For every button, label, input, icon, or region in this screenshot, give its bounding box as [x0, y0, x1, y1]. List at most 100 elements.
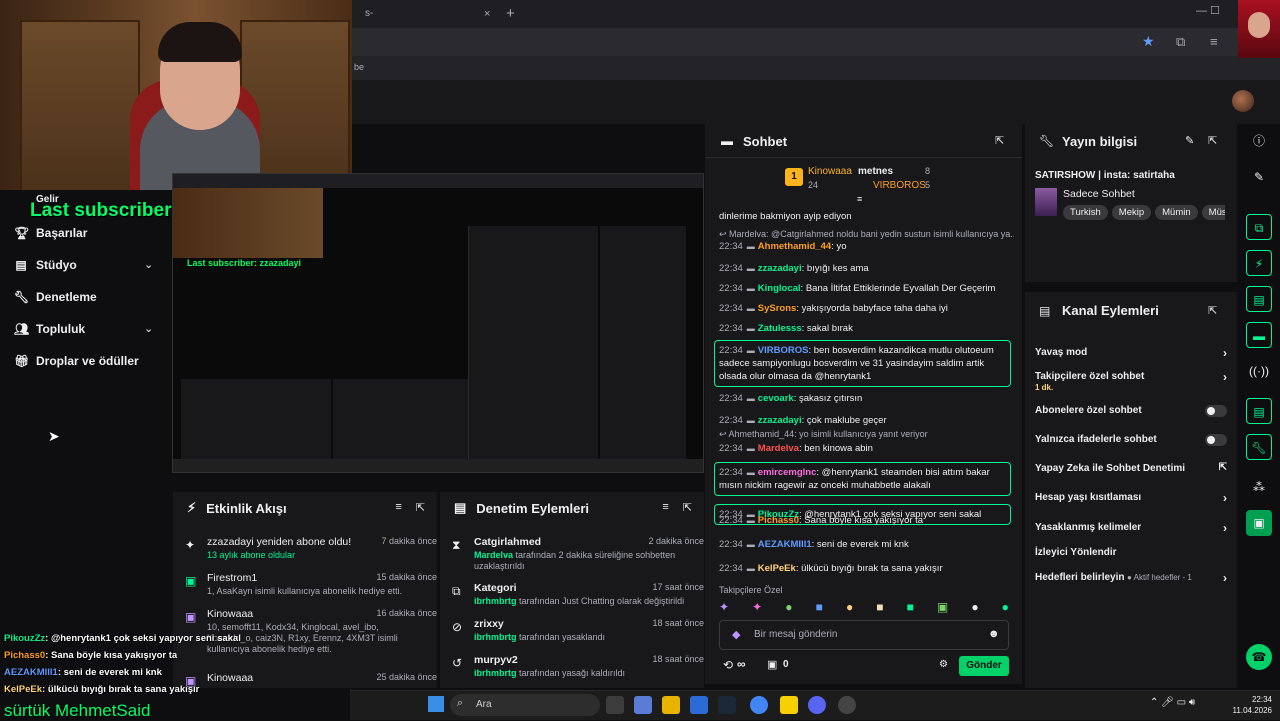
popout-icon[interactable]: ⇱ — [683, 501, 692, 514]
leader-first-name[interactable]: Kinowaaa — [808, 166, 852, 177]
chat-message[interactable]: 22:34 ▬ Kinglocal: Bana İltifat Ettiklerin… — [719, 282, 1014, 295]
popout-icon[interactable]: ⇱ — [416, 501, 425, 514]
chat-message[interactable]: 22:34 ▬ cevoark: şakasız çıtırsın — [719, 392, 1014, 405]
chat-username[interactable]: Pichass0 — [758, 515, 799, 526]
chat-message[interactable]: 22:34 ▬ KelPeEk: ülkücü bıyığı bırak ta sa… — [719, 562, 1014, 575]
chat-username[interactable]: zzazadayi — [758, 415, 802, 426]
leader-second-name[interactable]: metnes — [858, 166, 893, 177]
file-explorer-icon[interactable] — [662, 696, 680, 714]
gear-icon[interactable]: ⚙ — [939, 659, 948, 670]
chat-message[interactable]: 22:34 ▬ zzazadayi: bıyığı kes ama — [719, 262, 1014, 275]
emote-icon[interactable]: ● — [846, 600, 853, 616]
info-icon[interactable]: ⓘ — [1246, 128, 1272, 154]
chat-message[interactable]: 22:34 ▬ Zatulesss: sakal bırak — [719, 322, 1014, 335]
user-avatar[interactable] — [1232, 90, 1254, 112]
wrench-icon[interactable]: 🔧︎ — [1246, 434, 1272, 460]
channel-action-item[interactable]: İzleyici Yönlendir — [1035, 547, 1227, 558]
new-tab-icon[interactable]: + — [506, 3, 515, 25]
emote-icon[interactable]: ● — [785, 600, 792, 616]
sidebar-item-community[interactable]: 👥︎ Topluluk — [14, 322, 85, 336]
emote-icon[interactable]: ■ — [907, 600, 914, 616]
channel-action-item[interactable]: Hedefleri belirleyin ● Aktif hedefler - 1… — [1035, 571, 1227, 585]
emote-icon[interactable]: ✦ — [719, 600, 729, 616]
channel-action-item[interactable]: Abonelere özel sohbet — [1035, 405, 1227, 417]
bolt-icon[interactable]: ⚡︎ — [1246, 250, 1272, 276]
app-icon[interactable] — [690, 696, 708, 714]
extension-icon[interactable]: ▣ — [1246, 510, 1272, 536]
filter-icon[interactable]: ≡ — [662, 501, 668, 514]
chat-username[interactable]: KelPeEk — [758, 563, 796, 574]
channel-action-item[interactable]: Yalnızca ifadelerle sohbet — [1035, 434, 1227, 446]
chat-username[interactable]: Ahmethamid_44 — [758, 241, 831, 252]
emote-picker-icon[interactable]: ☻ — [988, 628, 1000, 640]
emote-icon[interactable]: ■ — [816, 600, 823, 616]
emote-icon[interactable]: ● — [1002, 600, 1009, 616]
chat-message[interactable]: 22:34 ▬ AEZAKMIII1: seni de everek mi knk — [719, 538, 1014, 551]
toggle-switch[interactable] — [1205, 405, 1227, 417]
chat-username[interactable]: AEZAKMIII1 — [758, 539, 812, 550]
collapse-icon[interactable]: ≡ — [857, 194, 862, 204]
chat-message[interactable]: 22:34 ▬ Pichass0: Sana böyle kısa yakışıyo… — [719, 514, 1014, 527]
channel-action-item[interactable]: Takipçilere özel sohbet 1 dk. › — [1035, 370, 1227, 392]
chat-message[interactable]: 22:34 ▬ zzazadayi: çok maklube geçer — [719, 414, 1014, 427]
chrome-icon[interactable] — [750, 696, 768, 714]
document-icon[interactable]: ▤ — [1246, 286, 1272, 312]
calculator-icon[interactable] — [634, 696, 652, 714]
popout-icon[interactable]: ⇱ — [995, 134, 1004, 147]
edit-icon[interactable]: ✎ — [1185, 134, 1194, 147]
chat-message[interactable]: dinlerime bakmiyon ayip ediyon — [719, 210, 1014, 223]
chat-bubble-icon[interactable]: ▬ — [1246, 322, 1272, 348]
clip-icon[interactable]: ⧉ — [1246, 214, 1272, 240]
chat-username[interactable]: cevoark — [758, 393, 794, 404]
toggle-switch[interactable] — [1205, 434, 1227, 446]
leader-third-name[interactable]: VIRBOROS — [873, 180, 926, 191]
extensions-icon[interactable]: ⧉ — [1176, 34, 1185, 50]
moderation-actor[interactable]: Mardelva — [474, 550, 513, 560]
chat-reply-context[interactable]: ↩ Ahmethamid_44: yo isimli kullanıcıya y… — [719, 428, 1014, 441]
moderation-actor[interactable]: ibrhmbrtg — [474, 668, 517, 678]
discord-icon[interactable] — [808, 696, 826, 714]
chat-username[interactable]: Zatulesss — [758, 323, 802, 334]
gift-box-icon[interactable]: ▣ — [767, 658, 777, 671]
help-icon[interactable]: ☎ — [1246, 644, 1272, 670]
channel-action-item[interactable]: Yasaklanmış kelimeler › — [1035, 521, 1227, 535]
send-button[interactable]: Gönder — [959, 656, 1009, 676]
chat-username[interactable]: zzazadayi — [758, 263, 802, 274]
chat-message[interactable]: 22:34 ▬ SySrons: yakışıyorda babyface taha… — [719, 302, 1014, 315]
sidebar-item-studio[interactable]: ▤ Stüdyo — [14, 258, 76, 272]
sidebar-item-achievements[interactable]: 🏆︎ Başarılar — [14, 226, 87, 240]
emote-icon[interactable]: ■ — [876, 600, 883, 616]
stream-category[interactable]: Sadece Sohbet — [1063, 188, 1135, 200]
chat-input[interactable]: ◆ Bir mesaj gönderin ☻ — [719, 620, 1009, 650]
broadcast-icon[interactable]: ((·)) — [1246, 358, 1272, 384]
points-icon[interactable]: ⁂ — [1246, 474, 1272, 500]
chat-username[interactable]: Mardelva — [758, 443, 799, 454]
chat-message[interactable]: 22:34 ▬ Ahmethamid_44: yo — [719, 240, 1014, 253]
tray-icons[interactable]: ⌃ 🎤︎ ▭ 🔊︎ — [1150, 697, 1195, 708]
sticky-notes-icon[interactable] — [780, 696, 798, 714]
chat-username[interactable]: VIRBOROS — [758, 345, 809, 356]
list-icon[interactable]: ▤ — [1246, 398, 1272, 424]
emote-icon[interactable]: ✦ — [752, 600, 762, 616]
popout-icon[interactable]: ⇱ — [1208, 134, 1217, 147]
popout-icon[interactable]: ⇱ — [1208, 304, 1217, 317]
browser-tab[interactable]: s-3d30883c1d06d8a6d8ddf4d... — [355, 3, 500, 41]
bookmark-star-icon[interactable]: ★ — [1142, 33, 1155, 50]
sidebar-item-drops[interactable]: 🎁︎ Droplar ve ödüller — [14, 354, 139, 368]
steam-icon[interactable] — [718, 696, 736, 714]
emote-icon[interactable]: ● — [971, 600, 978, 616]
channel-action-item[interactable]: Yapay Zeka ile Sohbet Denetimi ⇱ — [1035, 462, 1227, 474]
window-controls[interactable]: — ☐ — [1196, 4, 1220, 17]
app-icon[interactable] — [838, 696, 856, 714]
bits-icon[interactable]: ◆ — [732, 628, 740, 641]
chat-username[interactable]: SySrons — [758, 303, 797, 314]
stream-preview[interactable]: Last subscriber: zzazadayi — [172, 173, 704, 473]
channel-action-item[interactable]: Hesap yaşı kısıtlaması › — [1035, 491, 1227, 505]
sidebar-item-moderation[interactable]: 🔧︎ Denetleme — [14, 290, 97, 304]
task-view-icon[interactable] — [606, 696, 624, 714]
chat-username[interactable]: Kinglocal — [758, 283, 801, 294]
chat-message[interactable]: 22:34 ▬ VIRBOROS: ben bosverdim kazandikca… — [714, 340, 1011, 387]
address-bar[interactable] — [350, 28, 1280, 56]
taskbar-search[interactable]: Ara — [450, 694, 600, 716]
tab-close-icon[interactable]: × — [484, 3, 490, 25]
